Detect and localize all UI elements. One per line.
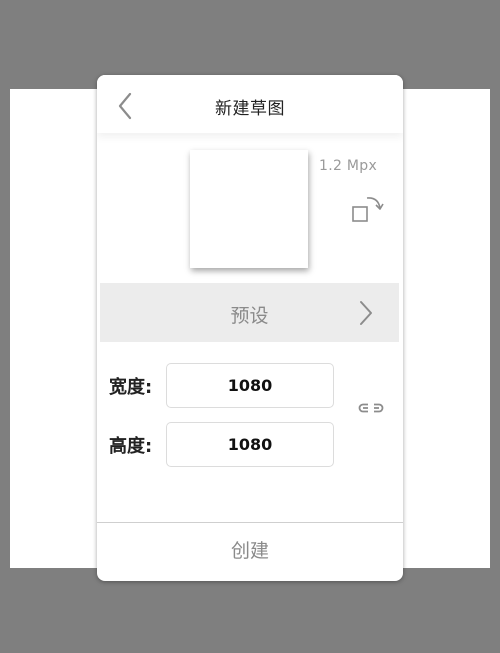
chevron-right-icon [360, 301, 372, 325]
dialog-title: 新建草图 [215, 99, 285, 119]
dialog-header: 新建草图 [97, 75, 403, 133]
rotate-orientation-button[interactable] [350, 193, 386, 227]
height-label: 高度: [109, 436, 153, 457]
link-aspect-ratio-button[interactable] [356, 400, 386, 416]
create-button[interactable]: 创建 [97, 523, 403, 581]
width-label: 宽度: [109, 377, 153, 398]
resolution-readout: 1.2 Mpx [319, 158, 378, 174]
canvas-preview-area: 1.2 Mpx [97, 133, 403, 283]
canvas-thumbnail [190, 150, 308, 268]
preset-button[interactable]: 预设 [100, 283, 399, 342]
height-input[interactable]: 1080 [166, 422, 334, 467]
preset-label: 预设 [230, 305, 269, 327]
width-input[interactable]: 1080 [166, 363, 334, 408]
new-sketch-dialog: 新建草图 1.2 Mpx 预设 宽度: 1080 高度: 1080 创建 [97, 75, 403, 581]
rotate-orientation-icon [352, 197, 384, 222]
link-aspect-ratio-icon [358, 403, 384, 413]
